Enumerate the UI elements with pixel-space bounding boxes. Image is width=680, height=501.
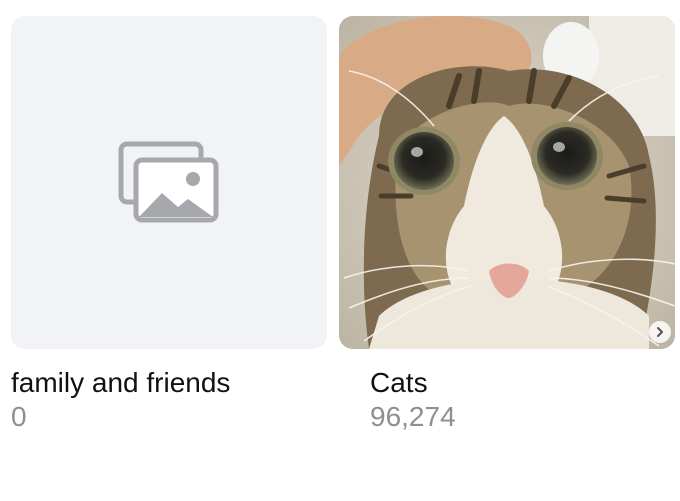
album-thumbnail-empty[interactable] — [11, 16, 327, 349]
album-grid: family and friends 0 Cats 96,274 — [0, 0, 680, 501]
chevron-right-icon — [657, 327, 663, 337]
cat-photo — [339, 16, 675, 349]
album-family-and-friends[interactable]: family and friends 0 — [11, 16, 327, 433]
album-cats[interactable]: Cats 96,274 — [339, 16, 675, 433]
album-title[interactable]: Cats — [370, 367, 675, 399]
album-title[interactable]: family and friends — [11, 367, 327, 399]
photos-placeholder-icon — [118, 141, 219, 222]
album-count: 0 — [11, 401, 27, 432]
album-thumbnail-cat-photo[interactable] — [339, 16, 675, 349]
more-button[interactable] — [649, 321, 671, 343]
album-count: 96,274 — [370, 401, 456, 432]
